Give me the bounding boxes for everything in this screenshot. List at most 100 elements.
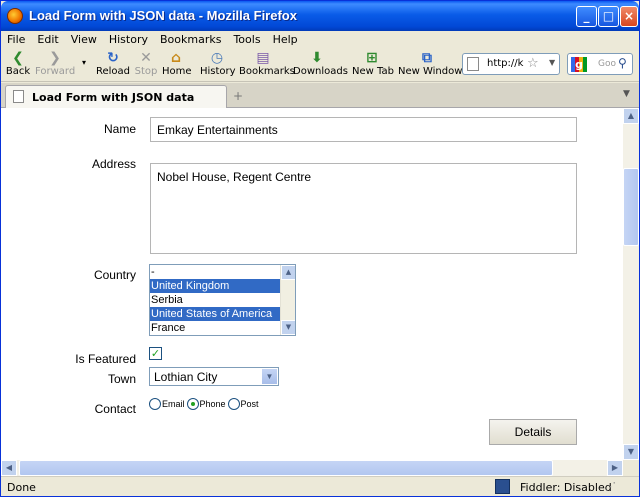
star-icon[interactable]: ☆: [527, 56, 539, 71]
tab-load-form[interactable]: Load Form with JSON data: [5, 85, 227, 108]
forward-label: Forward: [35, 66, 76, 77]
stop-label: Stop: [134, 66, 158, 77]
address-input[interactable]: http://k: [487, 58, 525, 69]
town-select[interactable]: Lothian City ▼: [149, 367, 279, 386]
country-option[interactable]: Serbia: [150, 293, 280, 307]
browser-window: Load Form with JSON data - Mozilla Firef…: [0, 0, 640, 497]
back-arrow-icon: ❮: [12, 50, 24, 66]
scroll-right-icon[interactable]: ▶: [607, 460, 623, 476]
tab-label: Load Form with JSON data: [32, 91, 195, 104]
radio-button[interactable]: [186, 398, 199, 410]
radio-button[interactable]: [227, 398, 240, 410]
downloads-label: Downloads: [293, 66, 348, 77]
bookmarks-button[interactable]: ▤ Bookmarks: [239, 50, 295, 80]
address-textarea[interactable]: Nobel House, Regent Centre: [150, 163, 577, 254]
contact-option-phone[interactable]: Phone: [186, 398, 226, 410]
forward-button[interactable]: ❯ Forward: [35, 50, 75, 80]
contact-option-email[interactable]: Email: [149, 398, 185, 410]
contact-radio-group: Email Phone Post: [149, 398, 261, 410]
close-button[interactable]: ×: [620, 6, 638, 27]
country-option[interactable]: France: [150, 321, 280, 335]
name-label: Name: [103, 122, 136, 136]
details-button[interactable]: Details: [489, 419, 577, 445]
reload-icon: ↻: [107, 50, 119, 66]
new-tab-plus-icon[interactable]: +: [233, 89, 243, 103]
address-bar[interactable]: http://k ☆ ▼: [462, 53, 560, 75]
forward-arrow-icon: ❯: [49, 50, 61, 66]
menu-bar: File Edit View History Bookmarks Tools Help: [1, 31, 639, 48]
menu-history[interactable]: History: [103, 31, 154, 48]
back-button[interactable]: ❮ Back: [5, 50, 31, 80]
clock-icon: ◷: [210, 50, 224, 66]
town-selected-value: Lothian City: [154, 370, 218, 384]
stop-icon: ✕: [140, 50, 152, 66]
new-window-button[interactable]: ⧉ New Window: [398, 50, 463, 80]
address-dropdown-icon[interactable]: ▼: [549, 58, 555, 67]
bookmarks-label: Bookmarks: [239, 66, 295, 77]
menu-bookmarks[interactable]: Bookmarks: [154, 31, 227, 48]
contact-label: Contact: [94, 402, 136, 416]
country-label: Country: [93, 268, 136, 282]
bookmarks-icon: ▤: [256, 50, 270, 66]
checkmark-icon: ✓: [150, 347, 161, 360]
vertical-scroll-thumb[interactable]: [623, 168, 639, 246]
featured-checkbox[interactable]: ✓: [149, 347, 162, 360]
downloads-button[interactable]: ⬇ Downloads: [293, 50, 348, 80]
radio-button[interactable]: [149, 398, 161, 410]
fiddler-icon[interactable]: [495, 479, 510, 494]
google-engine-icon[interactable]: g: [571, 57, 587, 72]
status-bar: Done Fiddler: Disabled ⋰: [1, 476, 639, 496]
menu-view[interactable]: View: [65, 31, 103, 48]
menu-edit[interactable]: Edit: [31, 31, 64, 48]
fiddler-status[interactable]: Fiddler: Disabled: [520, 481, 612, 494]
home-button[interactable]: ⌂ Home: [162, 50, 192, 80]
resize-grip-icon[interactable]: ⋰: [605, 480, 616, 493]
scroll-down-icon[interactable]: ▼: [623, 444, 639, 460]
country-list-scrollbar[interactable]: ▲ ▼: [280, 265, 295, 335]
home-icon: ⌂: [170, 50, 182, 66]
contact-option-post[interactable]: Post: [227, 398, 259, 410]
scroll-left-icon[interactable]: ◀: [1, 460, 17, 476]
menu-help[interactable]: Help: [267, 31, 304, 48]
town-label: Town: [107, 372, 136, 386]
scroll-up-icon[interactable]: ▲: [623, 108, 639, 124]
page-vertical-scrollbar[interactable]: ▲ ▼: [623, 108, 639, 460]
country-option[interactable]: -: [150, 265, 280, 279]
new-window-icon: ⧉: [422, 50, 432, 66]
menu-tools[interactable]: Tools: [227, 31, 266, 48]
new-tab-icon: ⊞: [366, 50, 378, 66]
page-content: Name Emkay Entertainments Address Nobel …: [1, 108, 623, 460]
tab-list-dropdown-icon[interactable]: ▼: [623, 89, 630, 99]
radio-label: Post: [240, 399, 259, 409]
scroll-down-icon[interactable]: ▼: [281, 320, 295, 335]
country-option[interactable]: United Kingdom: [150, 279, 280, 293]
reload-label: Reload: [96, 66, 131, 77]
home-label: Home: [162, 66, 192, 77]
search-icon[interactable]: ⚲: [618, 56, 627, 70]
scroll-up-icon[interactable]: ▲: [281, 265, 295, 280]
chevron-down-icon[interactable]: ▼: [261, 368, 278, 385]
title-bar: Load Form with JSON data - Mozilla Firef…: [1, 1, 639, 31]
page-icon: [13, 90, 24, 103]
new-tab-button[interactable]: ⊞ New Tab: [352, 50, 394, 80]
page-icon: [467, 57, 479, 71]
address-label: Address: [91, 157, 136, 171]
country-option[interactable]: United States of America: [150, 307, 280, 321]
search-input[interactable]: Goo: [598, 59, 616, 69]
name-input[interactable]: Emkay Entertainments: [150, 117, 577, 142]
window-title: Load Form with JSON data - Mozilla Firef…: [29, 8, 297, 23]
minimize-button[interactable]: _: [576, 6, 597, 27]
country-multiselect[interactable]: - United Kingdom Serbia United States of Am…: [149, 264, 296, 336]
page-horizontal-scrollbar[interactable]: ◀ ▶: [1, 460, 623, 476]
downloads-icon: ⬇: [311, 50, 323, 66]
search-bar[interactable]: g Goo ⚲: [567, 53, 633, 75]
maximize-button[interactable]: □: [598, 6, 619, 27]
new-window-label: New Window: [398, 66, 463, 77]
menu-file[interactable]: File: [1, 31, 31, 48]
stop-button[interactable]: ✕ Stop: [134, 50, 158, 80]
back-label: Back: [5, 66, 31, 77]
horizontal-scroll-thumb[interactable]: [19, 460, 553, 476]
history-button[interactable]: ◷ History: [200, 50, 236, 80]
radio-label: Phone: [199, 399, 226, 409]
reload-button[interactable]: ↻ Reload: [96, 50, 130, 80]
